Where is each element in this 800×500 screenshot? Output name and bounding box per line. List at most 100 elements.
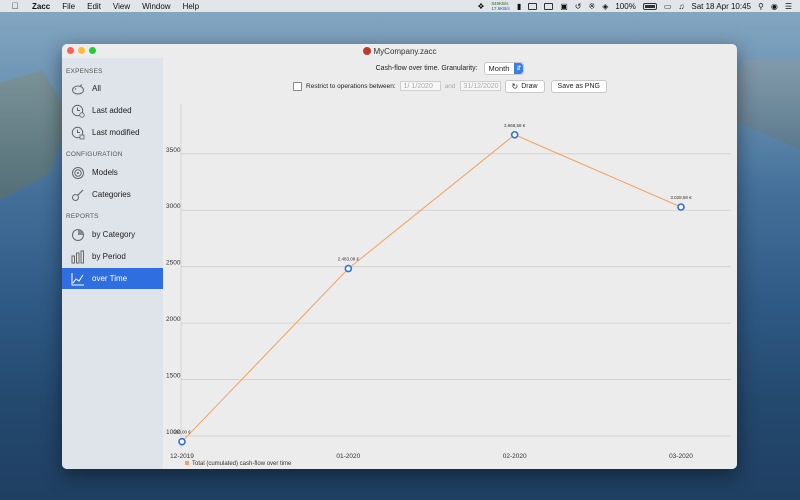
sidebar-item-label: Categories [92, 190, 131, 199]
chart-title-label: Cash-flow over time. Granularity: [375, 64, 478, 72]
sidebar-item-label: Last added [92, 106, 132, 115]
menu-bar:  Zacc File Edit View Window Help ❖ 849K… [0, 0, 800, 12]
volume-icon[interactable]: ♫ [678, 2, 684, 11]
menu-window[interactable]: Window [142, 2, 170, 11]
close-button[interactable] [67, 47, 74, 54]
filter-toolbar: Restrict to operations between: 1/ 1/202… [163, 79, 737, 93]
sidebar-item-label: Last modified [92, 128, 140, 137]
y-tick-label: 3000 [166, 203, 181, 210]
wifi-icon[interactable]: ◈ [602, 2, 608, 11]
target-icon [71, 166, 85, 180]
and-label: and [444, 82, 456, 90]
clock[interactable]: Sat 18 Apr 10:45 [691, 2, 751, 11]
network-stats[interactable]: 849KB/s 17.6KB/s [492, 1, 510, 11]
sidebar-item-label: by Period [92, 252, 126, 261]
sidebar-item-models[interactable]: Models [62, 162, 163, 183]
granularity-select[interactable]: Month ⇵ [483, 61, 525, 75]
airplay-icon[interactable]: ▭ [664, 2, 672, 11]
battery-percent[interactable]: 100% [615, 2, 635, 11]
sidebar-item-categories[interactable]: Categories [62, 184, 163, 205]
window-title: MyCompany.zacc [373, 46, 437, 56]
y-tick-label: 3500 [166, 147, 181, 154]
menu-file[interactable]: File [62, 2, 75, 11]
piggy-bank-icon [71, 82, 85, 96]
y-tick-label: 2500 [166, 260, 181, 267]
document-icon [362, 47, 371, 55]
sidebar: EXPENSES All Last added Last modified CO… [62, 58, 163, 469]
refresh-icon: ↻ [511, 81, 519, 91]
line-chart-icon [71, 272, 85, 286]
clock-edit-icon [71, 126, 85, 140]
sidebar-item-by-category[interactable]: by Category [62, 224, 163, 245]
x-tick-label: 12-2019 [170, 453, 194, 460]
section-configuration: CONFIGURATION [66, 151, 123, 158]
x-tick-label: 01-2020 [336, 453, 360, 460]
sidebar-item-last-added[interactable]: Last added [62, 100, 163, 121]
data-point [677, 203, 685, 211]
menu-extras: ❖ 849KB/s 17.6KB/s ▮ ▣ ↺ ※ ◈ 100% ▭ ♫ Sa… [477, 0, 792, 12]
y-tick-label: 1500 [166, 373, 181, 380]
bar-chart-icon [71, 250, 85, 264]
minimize-button[interactable] [78, 47, 85, 54]
x-tick-label: 03-2020 [669, 453, 693, 460]
window-controls [67, 47, 96, 54]
sidebar-item-label: by Category [92, 230, 136, 239]
menu-help[interactable]: Help [183, 2, 199, 11]
date-to-field[interactable]: 31/12/2020 [459, 81, 501, 91]
data-label: 3.668,58 € [504, 123, 526, 128]
data-label: 950,00 € [173, 430, 191, 435]
cashflow-chart: 10001500200025003000350012-2019 01-2020 02… [166, 104, 731, 467]
x-tick-label: 02-2020 [503, 453, 527, 460]
save-png-button[interactable]: Save as PNG [550, 79, 607, 93]
restrict-label: Restrict to operations between: [306, 82, 396, 90]
granularity-toolbar: Cash-flow over time. Granularity: Month … [163, 61, 737, 75]
notification-center-icon[interactable]: ☰ [785, 2, 792, 11]
data-label: 2.483,08 € [338, 257, 360, 262]
menu-view[interactable]: View [113, 2, 130, 11]
pie-chart-icon [71, 228, 85, 242]
guitar-icon [71, 188, 85, 202]
date-from-field[interactable]: 1/ 1/2020 [399, 81, 441, 91]
title-bar: MyCompany.zacc [62, 44, 737, 58]
sidebar-item-last-modified[interactable]: Last modified [62, 122, 163, 143]
section-reports: REPORTS [66, 213, 99, 220]
app-window: MyCompany.zacc EXPENSES All Last added L… [62, 44, 737, 469]
legend-label: Total (cumulated) cash-flow over time [192, 461, 292, 467]
draw-label: Draw [521, 82, 538, 90]
sidebar-item-all[interactable]: All [62, 78, 163, 99]
time-machine-icon[interactable]: ↺ [575, 2, 582, 11]
report-pane: Cash-flow over time. Granularity: Month … [163, 58, 737, 469]
zoom-button[interactable] [89, 47, 96, 54]
data-label: 3.028,58 € [670, 195, 692, 200]
bluetooth-icon[interactable]: ※ [588, 2, 595, 11]
phone-icon[interactable]: ▮ [517, 2, 521, 11]
monitor-icon[interactable]: ▣ [560, 2, 568, 11]
sidebar-item-label: All [92, 84, 101, 93]
sidebar-item-by-period[interactable]: by Period [62, 246, 163, 267]
net-down-rate: 17.6KB/s [491, 6, 510, 11]
restrict-checkbox[interactable] [293, 81, 303, 91]
menu-edit[interactable]: Edit [87, 2, 101, 11]
save-label: Save as PNG [557, 82, 600, 90]
cpu-meter-icon[interactable] [528, 2, 538, 10]
desktop-landmass [0, 70, 70, 200]
series-line [181, 134, 682, 443]
spotlight-icon[interactable]: ⚲ [758, 2, 764, 11]
menu-app-name[interactable]: Zacc [32, 2, 50, 11]
sidebar-item-label: over Time [92, 274, 128, 283]
draw-button[interactable]: ↻ Draw [504, 79, 545, 93]
sidebar-item-over-time[interactable]: over Time [62, 268, 163, 289]
data-point [510, 130, 519, 139]
data-point [178, 437, 186, 446]
clock-plus-icon [71, 104, 85, 118]
battery-icon[interactable] [642, 2, 657, 10]
sidebar-item-label: Models [92, 168, 118, 177]
apple-menu-icon[interactable]:  [10, 1, 20, 11]
memory-meter-icon[interactable] [544, 2, 554, 10]
chevron-updown-icon: ⇵ [514, 62, 524, 74]
section-expenses: EXPENSES [66, 68, 103, 75]
dropbox-icon[interactable]: ❖ [477, 2, 484, 11]
data-point [344, 264, 353, 273]
user-avatar-icon[interactable]: ◉ [771, 2, 778, 11]
y-tick-label: 2000 [166, 316, 181, 323]
